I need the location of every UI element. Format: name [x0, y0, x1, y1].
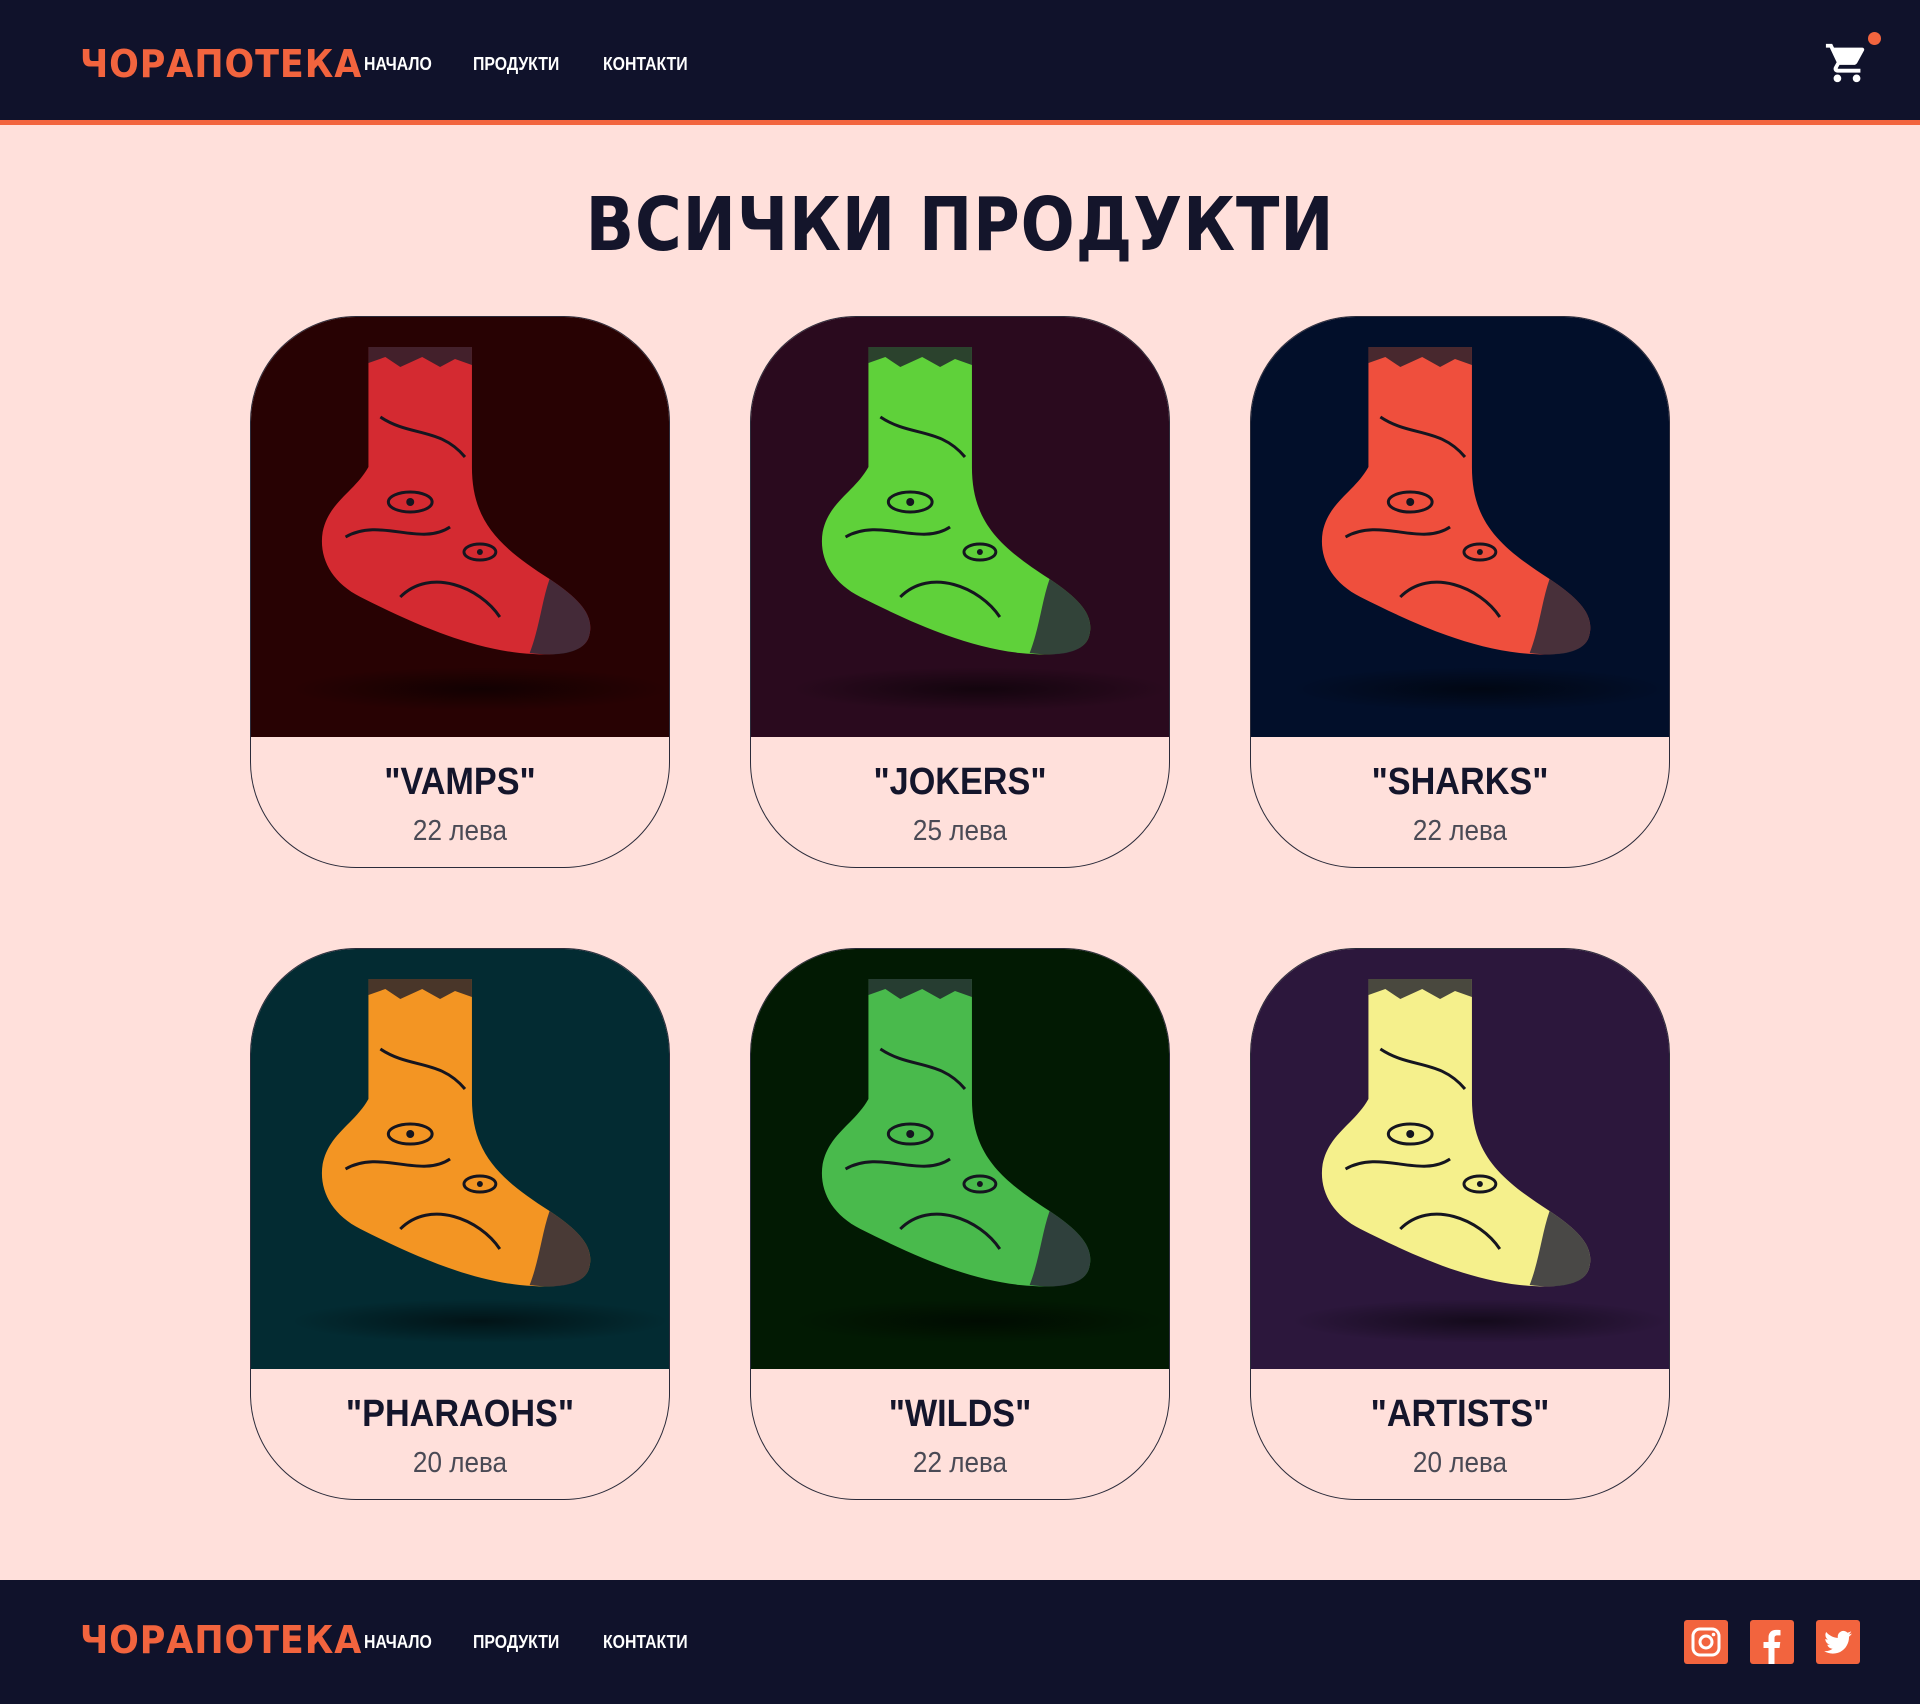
product-card-sharks[interactable]: "SHARKS" 22 лева	[1250, 316, 1670, 868]
product-name: "ARTISTS"	[1370, 1393, 1550, 1435]
product-image	[1251, 317, 1669, 737]
shopping-cart-icon[interactable]	[1824, 40, 1870, 86]
product-image	[251, 949, 669, 1369]
product-card-jokers[interactable]: "JOKERS" 25 лева	[750, 316, 1170, 868]
sock-illustration	[1251, 949, 1669, 1369]
page-title: ВСИЧКИ ПРОДУКТИ	[585, 182, 1335, 268]
main-nav: НАЧАЛО ПРОДУКТИ КОНТАКТИ	[364, 54, 699, 75]
footer-nav-item-products[interactable]: ПРОДУКТИ	[473, 1632, 559, 1653]
product-card-vamps[interactable]: "VAMPS" 22 лева	[250, 316, 670, 868]
nav-item-products[interactable]: ПРОДУКТИ	[473, 54, 559, 75]
site-footer: ЧОРАПОТЕКА НАЧАЛО ПРОДУКТИ КОНТАКТИ	[0, 1580, 1920, 1704]
product-price: 22 лева	[1412, 815, 1508, 847]
product-image	[1251, 949, 1669, 1369]
product-price: 22 лева	[912, 1447, 1008, 1479]
site-logo[interactable]: ЧОРАПОТЕКА	[80, 42, 362, 86]
product-price: 25 лева	[912, 815, 1008, 847]
product-name: "VAMPS"	[384, 761, 536, 803]
product-card-wilds[interactable]: "WILDS" 22 лева	[750, 948, 1170, 1500]
sock-illustration	[751, 317, 1169, 737]
sock-illustration	[251, 317, 669, 737]
product-price: 20 лева	[1412, 1447, 1508, 1479]
site-header: ЧОРАПОТЕКА НАЧАЛО ПРОДУКТИ КОНТАКТИ	[0, 0, 1920, 125]
nav-item-home[interactable]: НАЧАЛО	[364, 54, 432, 75]
product-card-pharaohs[interactable]: "PHARAOHS" 20 лева	[250, 948, 670, 1500]
product-name: "WILDS"	[888, 1393, 1032, 1435]
sock-illustration	[1251, 317, 1669, 737]
sock-illustration	[251, 949, 669, 1369]
footer-logo[interactable]: ЧОРАПОТЕКА	[80, 1618, 362, 1662]
product-image	[751, 949, 1169, 1369]
product-name: "PHARAOHS"	[345, 1393, 575, 1435]
instagram-icon[interactable]	[1684, 1620, 1728, 1664]
product-image	[251, 317, 669, 737]
product-price: 22 лева	[412, 815, 508, 847]
cart-badge-dot	[1868, 32, 1881, 45]
product-name: "JOKERS"	[873, 761, 1047, 803]
footer-nav-item-home[interactable]: НАЧАЛО	[364, 1632, 432, 1653]
twitter-icon[interactable]	[1816, 1620, 1860, 1664]
product-name: "SHARKS"	[1371, 761, 1549, 803]
footer-nav: НАЧАЛО ПРОДУКТИ КОНТАКТИ	[364, 1632, 699, 1653]
product-card-artists[interactable]: "ARTISTS" 20 лева	[1250, 948, 1670, 1500]
product-image	[751, 317, 1169, 737]
nav-item-contacts[interactable]: КОНТАКТИ	[603, 54, 688, 75]
product-price: 20 лева	[412, 1447, 508, 1479]
facebook-icon[interactable]	[1750, 1620, 1794, 1664]
sock-illustration	[751, 949, 1169, 1369]
footer-nav-item-contacts[interactable]: КОНТАКТИ	[603, 1632, 688, 1653]
